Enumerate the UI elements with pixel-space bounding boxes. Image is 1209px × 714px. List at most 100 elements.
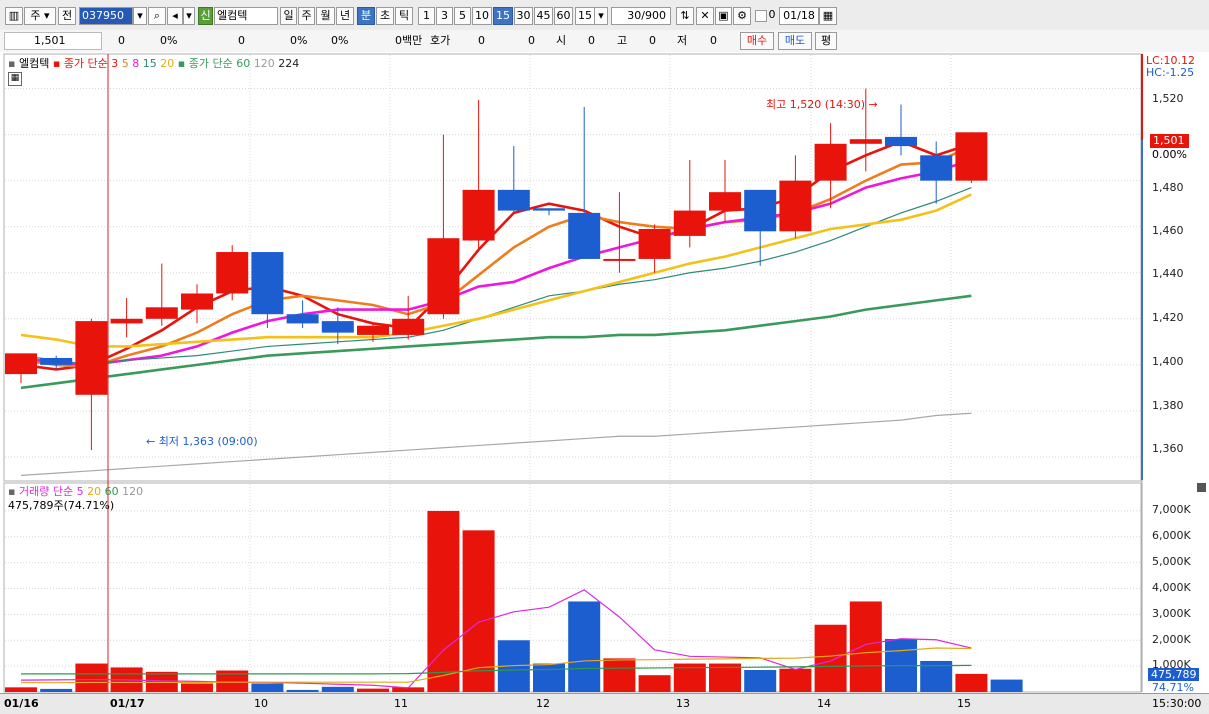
stock-name-field[interactable]: 엘컴텍 <box>214 7 278 25</box>
speaker-dropdown-icon[interactable]: ▾ <box>183 7 195 25</box>
current-price-tag: 1,501 <box>1150 134 1189 148</box>
period-month-button[interactable]: 월 <box>316 7 335 25</box>
legend-ma-120: 120 <box>253 57 275 70</box>
candle-body <box>286 314 319 324</box>
volume-tick: 6,000K <box>1152 529 1191 542</box>
option-checkbox-label: 0 <box>768 8 776 21</box>
quote-label: 호가 <box>430 34 451 47</box>
minute-45-button[interactable]: 45 <box>534 7 553 25</box>
calendar-icon[interactable]: ▦ <box>819 7 837 25</box>
trade-amount: 0백만 <box>395 34 423 47</box>
time-label: 01/16 <box>4 697 39 710</box>
last-time-label: 15:30:00 <box>1152 697 1202 710</box>
volume-bar <box>603 658 636 692</box>
volume-value: 0 <box>238 34 245 47</box>
sell-button[interactable]: 매도 <box>778 32 812 50</box>
period-second-button[interactable]: 초 <box>376 7 394 25</box>
type-select[interactable]: 주 ▾ <box>24 7 56 25</box>
candle-body <box>75 321 108 395</box>
current-price: 1,501 <box>34 34 66 47</box>
time-label: 12 <box>536 697 550 710</box>
chart-area: ▪ 엘컴텍 ▪ 종가 단순 3 5 8 15 20 ▪ 종가 단순 60 120… <box>0 52 1209 694</box>
legend-ma-20: 20 <box>160 57 175 70</box>
minute-3-button[interactable]: 3 <box>436 7 453 25</box>
count-input[interactable]: 30/900 <box>611 7 671 25</box>
period-week-button[interactable]: 주 <box>298 7 315 25</box>
volume-bar <box>814 624 847 692</box>
volume-bar <box>568 601 601 692</box>
high-annotation-text: 최고 1,520 (14:30) <box>766 98 866 111</box>
volume-bar <box>75 663 108 692</box>
candle-body <box>181 293 213 310</box>
candle-body <box>709 192 741 211</box>
hc-label: HC:-1.25 <box>1146 66 1195 79</box>
change-pct: 0% <box>160 34 178 47</box>
period-year-button[interactable]: 년 <box>336 7 354 25</box>
stock-code-input[interactable]: 037950 <box>79 7 133 25</box>
quote-ask: 0 <box>528 34 535 47</box>
current-pct-tag: 0.00% <box>1152 148 1187 161</box>
time-label: 15 <box>957 697 971 710</box>
candle-body <box>462 189 495 241</box>
average-button[interactable]: 평 <box>815 32 837 50</box>
toolbar: ▥ 주 ▾ 전 037950 ▾ ⌕ ◂ ▾ 신 엘컴텍 일 주 월 년 분 초… <box>0 0 1209 31</box>
candle-body <box>885 136 917 147</box>
legend-stock-name[interactable]: 엘컴텍 <box>19 57 49 70</box>
arrow-right-icon: → <box>868 98 878 111</box>
candle-body <box>638 229 671 259</box>
minute-60-button[interactable]: 60 <box>554 7 573 25</box>
volume-bar <box>955 673 988 692</box>
minute-10-button[interactable]: 10 <box>472 7 492 25</box>
compare-icon[interactable]: ⇅ <box>676 7 694 25</box>
arrow-left-icon: ← <box>146 435 156 448</box>
prev-button[interactable]: 전 <box>58 7 76 25</box>
legend-ma-8: 8 <box>132 57 140 70</box>
candle-body <box>568 212 601 259</box>
volume-bar <box>286 689 319 692</box>
date-input[interactable]: 01/18 <box>779 7 819 25</box>
stock-chart[interactable] <box>0 52 1209 693</box>
period-tick-button[interactable]: 틱 <box>395 7 413 25</box>
price-tick: 1,520 <box>1152 92 1184 105</box>
candle-body <box>321 321 354 333</box>
open-value: 0 <box>588 34 595 47</box>
candle-body <box>5 353 37 375</box>
chart-type-icon[interactable]: ▥ <box>5 7 23 25</box>
legend-ma-a-label[interactable]: 종가 단순 <box>64 57 108 70</box>
interval-dropdown-icon[interactable]: ▾ <box>594 7 608 25</box>
volume-bar <box>744 670 777 692</box>
option-checkbox[interactable] <box>755 10 767 22</box>
candle-body <box>603 258 636 261</box>
code-dropdown-icon[interactable]: ▾ <box>133 7 147 25</box>
legend-ma-b-label[interactable]: 종가 단순 <box>189 57 233 70</box>
panel-collapse-icon[interactable] <box>1197 483 1206 492</box>
minute-15-button[interactable]: 15 <box>493 7 513 25</box>
crosshair-icon[interactable]: ✕ <box>696 7 714 25</box>
period-minute-button[interactable]: 분 <box>357 7 375 25</box>
period-day-button[interactable]: 일 <box>280 7 297 25</box>
minute-30-button[interactable]: 30 <box>514 7 533 25</box>
candle-body <box>849 139 882 144</box>
legend-ma-3: 3 <box>111 57 119 70</box>
speaker-icon[interactable]: ◂ <box>167 7 183 25</box>
volume-bar <box>638 675 671 692</box>
settings-gear-icon[interactable]: ⚙ <box>733 7 751 25</box>
quote-bid: 0 <box>478 34 485 47</box>
low-label: 저 <box>677 34 688 47</box>
search-icon[interactable]: ⌕ <box>148 7 166 25</box>
grid-toggle-icon[interactable]: ▦ <box>8 72 22 86</box>
save-icon[interactable]: ▣ <box>715 7 732 25</box>
legend-ma-5: 5 <box>121 57 129 70</box>
candle-body <box>40 357 73 365</box>
volume-bar <box>5 687 37 692</box>
volume-tick: 2,000K <box>1152 633 1191 646</box>
turnover-pct: 0% <box>331 34 349 47</box>
candle-body <box>427 238 460 315</box>
volume-bar <box>849 601 882 692</box>
minute-5-button[interactable]: 5 <box>454 7 471 25</box>
minute-1-button[interactable]: 1 <box>418 7 435 25</box>
high-label: 고 <box>617 34 628 47</box>
type-label: 주 <box>30 9 41 22</box>
volume-pct: 0% <box>290 34 308 47</box>
buy-button[interactable]: 매수 <box>740 32 774 50</box>
